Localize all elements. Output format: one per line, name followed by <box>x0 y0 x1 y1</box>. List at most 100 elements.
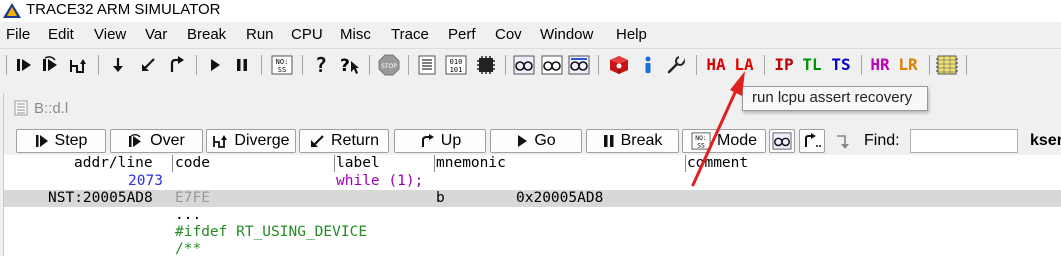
over-button-label: Over <box>150 132 185 149</box>
disassembly-listing[interactable]: addr/line code label mnemonic comment 20… <box>4 155 1061 256</box>
return-icon <box>310 135 324 147</box>
listing-row[interactable]: #ifdef RT_USING_DEVICE <box>4 224 1061 241</box>
break-icon <box>603 135 614 147</box>
main-toolbar: NO: SS ? ? STOP 010 101 HA LA IP TL TS H… <box>0 48 1061 80</box>
menu-cov[interactable]: Cov <box>495 26 522 44</box>
diverge-icon[interactable] <box>66 53 90 77</box>
operand-cell: 0x20005AD8 <box>516 190 604 206</box>
wrench-icon[interactable] <box>664 53 688 77</box>
menu-view[interactable]: View <box>94 26 126 44</box>
system-cube-icon[interactable] <box>607 53 631 77</box>
ha-button[interactable]: HA <box>703 53 729 77</box>
column-separator <box>172 155 173 172</box>
step-over-icon[interactable] <box>39 53 61 77</box>
column-header-mnemonic[interactable]: mnemonic <box>436 155 506 172</box>
step-back-icon <box>837 135 849 149</box>
toolbar-separator <box>505 55 506 75</box>
step-to-cursor-button[interactable] <box>799 129 825 153</box>
menu-break[interactable]: Break <box>187 26 226 44</box>
up-button[interactable]: Up <box>394 129 486 153</box>
lr-button[interactable]: LR <box>895 53 921 77</box>
watch-local-icon[interactable] <box>540 53 564 77</box>
source-line-number: 2073 <box>128 173 163 189</box>
stop-icon[interactable]: STOP <box>377 53 401 77</box>
memory-map-icon[interactable] <box>935 53 959 77</box>
go-icon[interactable] <box>206 53 224 77</box>
listing-row-selected[interactable]: NST:20005AD8 E7FE b 0x20005AD8 <box>4 190 1061 207</box>
menu-file[interactable]: File <box>6 26 30 44</box>
watch-glasses-button[interactable] <box>769 129 795 153</box>
tl-button[interactable]: TL <box>799 53 825 77</box>
svg-text:010: 010 <box>450 58 463 66</box>
go-icon <box>518 135 528 147</box>
return-icon[interactable] <box>137 53 159 77</box>
return-button[interactable]: Return <box>299 129 389 153</box>
memory-dump-icon[interactable]: 010 101 <box>444 53 468 77</box>
watch-glasses-icon[interactable] <box>512 53 536 77</box>
la-button[interactable]: LA <box>731 53 757 77</box>
context-help-icon[interactable]: ? <box>337 53 361 77</box>
menu-var[interactable]: Var <box>145 26 167 44</box>
menu-window[interactable]: Window <box>540 26 593 44</box>
diverge-button[interactable]: Diverge <box>206 129 296 153</box>
toolbar-separator <box>929 55 930 75</box>
step-down-icon[interactable] <box>108 53 128 77</box>
menu-run[interactable]: Run <box>246 26 274 44</box>
menu-cpu[interactable]: CPU <box>291 26 323 44</box>
menu-perf[interactable]: Perf <box>448 26 476 44</box>
listing-row[interactable]: ... <box>4 207 1061 224</box>
diverge-icon <box>213 135 228 148</box>
break-icon[interactable] <box>233 53 251 77</box>
step-button[interactable]: Step <box>16 129 106 153</box>
mode-button[interactable]: NO: SS Mode <box>682 129 766 153</box>
column-header-code[interactable]: code <box>175 155 210 172</box>
go-button-label: Go <box>534 132 556 149</box>
step-icon <box>35 135 48 147</box>
listing-row[interactable]: 2073 while (1); <box>4 173 1061 190</box>
svg-text:101: 101 <box>450 66 463 74</box>
menu-misc[interactable]: Misc <box>340 26 371 44</box>
inner-window-title-bar: B::d.l <box>14 99 68 117</box>
info-icon[interactable] <box>638 53 658 77</box>
svg-text:STOP: STOP <box>381 63 397 70</box>
list-window-icon[interactable] <box>416 53 438 77</box>
svg-text:NO:: NO: <box>695 135 706 142</box>
step-icon[interactable] <box>13 53 35 77</box>
find-input[interactable] <box>910 129 1018 153</box>
watch-stack-icon[interactable] <box>567 53 591 77</box>
toolbar-separator <box>261 55 262 75</box>
chip-icon[interactable] <box>474 53 498 77</box>
return-button-label: Return <box>330 132 380 149</box>
ts-button[interactable]: TS <box>828 53 854 77</box>
up-icon <box>421 134 434 147</box>
source-ellipsis: ... <box>175 207 202 223</box>
step-button-label: Step <box>54 132 88 149</box>
source-comment: /** <box>175 241 202 256</box>
toolbar-separator <box>196 55 197 75</box>
menu-trace[interactable]: Trace <box>391 26 429 44</box>
opcode-cell: E7FE <box>175 190 210 206</box>
hr-button[interactable]: HR <box>867 53 893 77</box>
source-statement: while (1); <box>336 173 424 189</box>
break-button[interactable]: Break <box>586 129 679 153</box>
listing-row[interactable]: /** <box>4 241 1061 256</box>
over-button[interactable]: Over <box>110 129 203 153</box>
menu-edit[interactable]: Edit <box>48 26 74 44</box>
column-header-addr-line[interactable]: addr/line <box>74 155 153 172</box>
menu-help[interactable]: Help <box>616 26 647 44</box>
mode-icon[interactable]: NO: SS <box>270 53 294 77</box>
column-header-comment[interactable]: comment <box>687 155 748 172</box>
up-icon[interactable] <box>165 53 187 77</box>
column-header-label[interactable]: label <box>336 155 380 172</box>
mode-icon: NO:SS <box>691 132 711 150</box>
column-separator <box>434 155 435 172</box>
step-back-button[interactable] <box>830 129 858 153</box>
help-icon[interactable]: ? <box>311 53 331 77</box>
toolbar-separator <box>369 55 370 75</box>
toolbar-separator <box>861 55 862 75</box>
go-button[interactable]: Go <box>490 129 582 153</box>
ip-button[interactable]: IP <box>771 53 797 77</box>
diverge-button-label: Diverge <box>234 132 290 149</box>
toolbar-separator <box>302 55 303 75</box>
svg-text:?: ? <box>340 56 350 75</box>
